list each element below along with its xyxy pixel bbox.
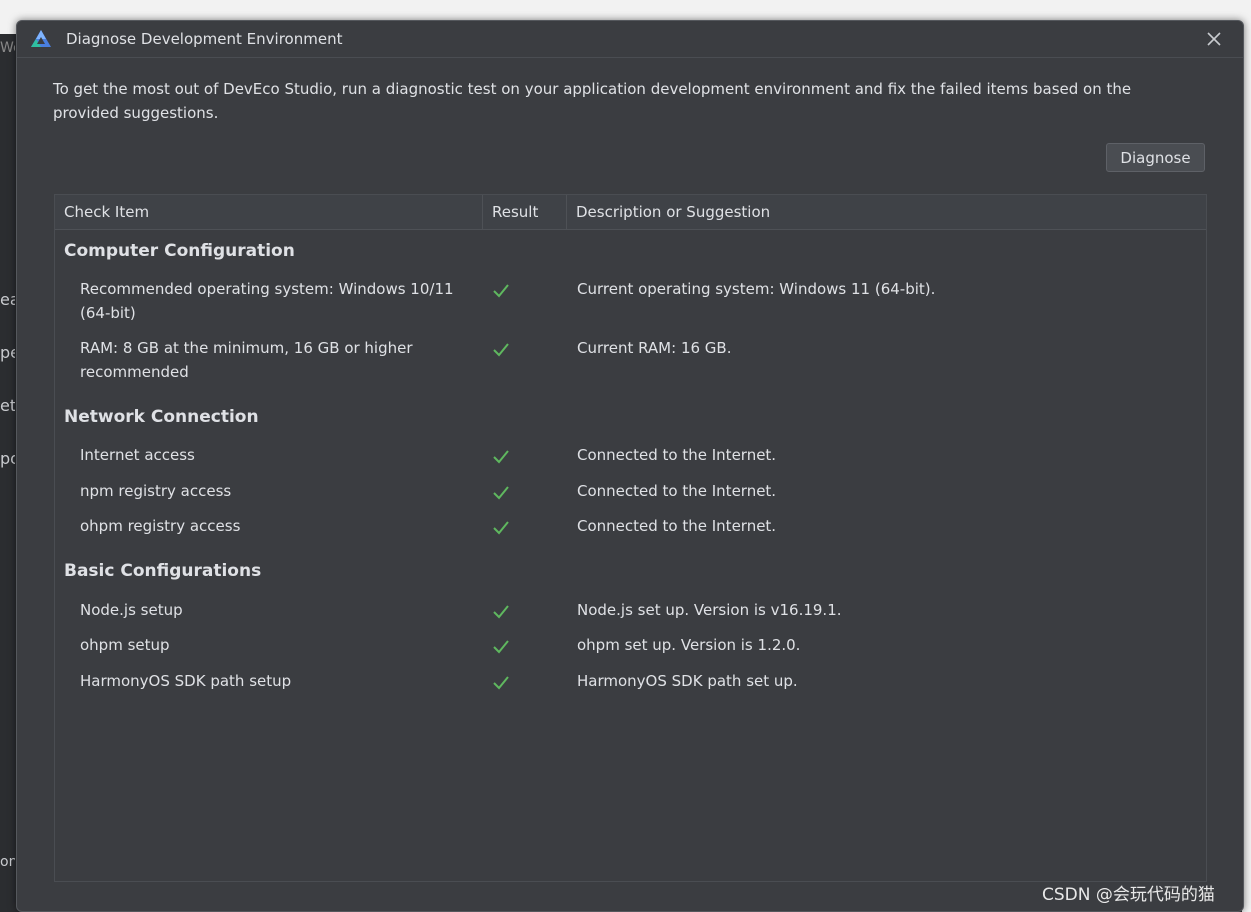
dialog-titlebar: Diagnose Development Environment — [17, 21, 1243, 58]
check-icon — [493, 676, 509, 690]
check-icon — [493, 450, 509, 464]
column-header-result[interactable]: Result — [483, 195, 567, 229]
background-text-fragment: et — [0, 396, 15, 415]
check-description: Connected to the Internet. — [577, 446, 777, 464]
diagnose-button[interactable]: Diagnose — [1106, 143, 1205, 172]
column-header-description[interactable]: Description or Suggestion — [567, 195, 1206, 229]
intro-text: To get the most out of DevEco Studio, ru… — [53, 80, 1132, 122]
check-item: Node.js setup — [80, 601, 183, 619]
check-icon — [493, 605, 509, 619]
check-icon — [493, 284, 509, 298]
diagnose-dialog: Diagnose Development Environment To get … — [16, 20, 1244, 912]
group-heading: Computer Configuration — [64, 241, 295, 261]
csdn-watermark: CSDN @会玩代码的猫 — [1042, 885, 1215, 905]
check-item: HarmonyOS SDK path setup — [80, 672, 292, 690]
check-item: npm registry access — [80, 482, 232, 500]
check-item: RAM: 8 GB at the minimum, 16 GB or highe… — [80, 339, 413, 381]
check-icon — [493, 486, 509, 500]
background-sidebar — [0, 34, 16, 912]
check-description: Current operating system: Windows 11 (64… — [577, 280, 936, 298]
check-icon — [493, 343, 509, 357]
group-heading: Basic Configurations — [64, 561, 262, 581]
check-description: Connected to the Internet. — [577, 517, 777, 535]
check-item: ohpm registry access — [80, 517, 241, 535]
check-icon — [493, 640, 509, 654]
column-header-check-item[interactable]: Check Item — [55, 195, 483, 229]
table-header: Check Item Result Description or Suggest… — [55, 195, 1206, 230]
check-icon — [493, 521, 509, 535]
background-text-fragment: We — [0, 40, 15, 56]
group-heading: Network Connection — [64, 407, 259, 427]
check-description: Node.js set up. Version is v16.19.1. — [577, 601, 842, 619]
background-text-fragment: po — [0, 449, 15, 468]
check-item: ohpm setup — [80, 636, 170, 654]
close-icon[interactable] — [1204, 29, 1224, 49]
check-description: HarmonyOS SDK path set up. — [577, 672, 798, 690]
check-description: Current RAM: 16 GB. — [577, 339, 732, 357]
diagnostic-table: Check Item Result Description or Suggest… — [54, 194, 1207, 882]
check-item: Internet access — [80, 446, 195, 464]
deveco-logo-icon — [31, 30, 51, 47]
check-description: Connected to the Internet. — [577, 482, 777, 500]
background-text-fragment: on — [0, 854, 15, 870]
background-text-fragment: ea — [0, 290, 15, 309]
background-text-fragment: pe — [0, 343, 15, 362]
dialog-title: Diagnose Development Environment — [66, 30, 343, 48]
check-description: ohpm set up. Version is 1.2.0. — [577, 636, 801, 654]
check-item: Recommended operating system: Windows 10… — [80, 280, 454, 322]
